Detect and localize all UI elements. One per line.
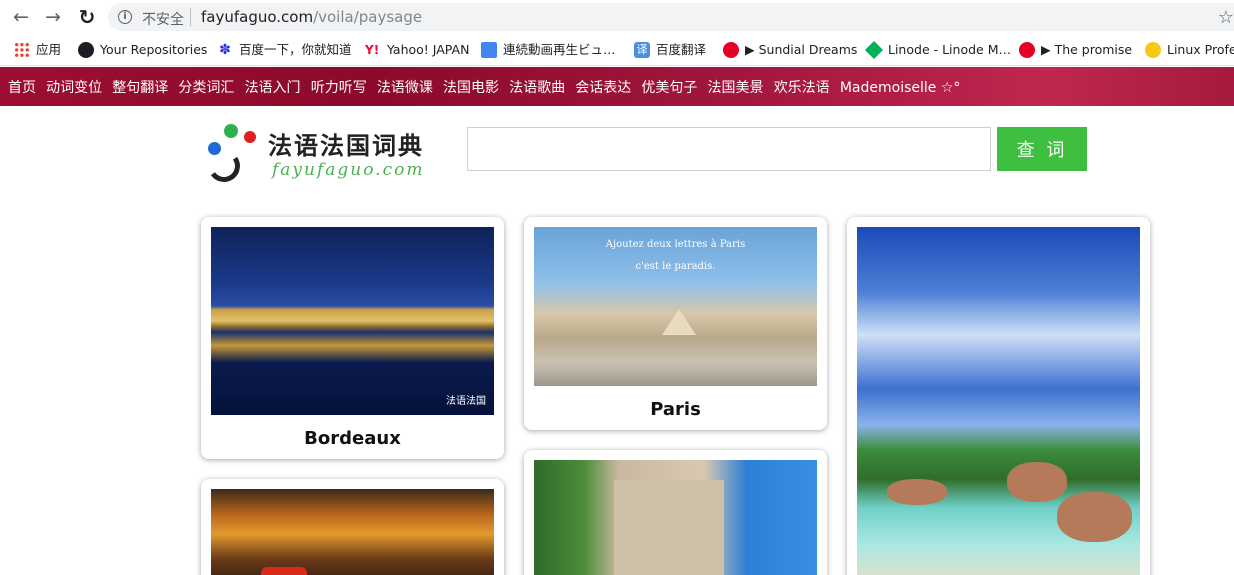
image-watermark: 法语法国 [446,396,486,407]
yahoo-icon: Y! [365,42,380,57]
card-autumn[interactable] [201,479,504,575]
url-text[interactable]: fayufaguo.com/voila/paysage [201,8,422,26]
bookmark-label: 百度一下，你就知道 [239,42,352,57]
bookmark-label: Your Repositories [100,42,208,57]
site-nav-bar: 首页 动词变位 整句翻译 分类词汇 法语入门 听力听写 法语微课 法国电影 法语… [0,67,1234,106]
nav-item-vocabulary[interactable]: 分类词汇 [178,80,234,96]
autumn-image[interactable] [211,489,494,575]
bookmarks-bar: 应用 Your Repositories ✽ 百度一下，你就知道 Y! Yahoo!… [0,34,1234,66]
bookmark-yahoo-japan[interactable]: Y! Yahoo! JAPAN [365,41,469,59]
pyramid-shape [662,309,696,335]
nav-item-landscapes[interactable]: 法国美景 [708,80,764,96]
rock-shape [1057,492,1132,542]
card-bordeaux[interactable]: 法语法国 Bordeaux [201,217,504,459]
browser-toolbar: ← → ↻ i 不安全 fayufaguo.com/voila/paysage … [0,0,1234,34]
card-village[interactable] [524,450,827,575]
image-overlay-text: c'est le paradis. [635,261,716,272]
nav-item-films[interactable]: 法国电影 [443,80,499,96]
doc-icon [481,41,497,58]
card-caption[interactable]: Bordeaux [201,428,504,449]
card-paris[interactable]: Ajoutez deux lettres à Paris c'est le pa… [524,217,827,430]
logo-subtitle: fayufaguo.com [272,160,425,180]
netease-icon [723,41,739,58]
forward-icon[interactable]: → [41,5,65,29]
bordeaux-image[interactable]: 法语法国 [211,227,494,415]
bookmark-baidu-translate[interactable]: 译百度翻译 [634,41,706,59]
image-overlay-text: Ajoutez deux lettres à Paris [605,239,746,250]
reload-icon[interactable]: ↻ [75,5,99,29]
village-image[interactable] [534,460,817,575]
nav-item-sentences[interactable]: 优美句子 [641,80,697,96]
linux-icon [1145,41,1161,58]
baidu-icon: ✽ [219,41,231,58]
bookmark-label: ▶ Sundial Dreams [745,42,858,57]
bookmark-linux-profes[interactable]: Linux Profes [1145,41,1234,59]
bookmark-label: Linux Profes [1167,42,1234,57]
address-bar[interactable]: i 不安全 fayufaguo.com/voila/paysage ☆ [108,3,1234,31]
nav-item-listening[interactable]: 听力听写 [311,80,367,96]
site-logo[interactable]: 法语法国词典 fayufaguo.com [205,124,443,186]
bookmark-label: ▶ The promise [1041,42,1133,57]
logo-dot-green [224,124,238,138]
search-input[interactable] [467,127,991,171]
bookmark-baidu[interactable]: ✽ 百度一下，你就知道 [217,41,352,59]
apps-icon [14,41,30,58]
bookmark-label: Yahoo! JAPAN [387,42,470,57]
card-beach[interactable] [847,217,1150,575]
nav-item-mademoiselle[interactable]: Mademoiselle ☆° [840,80,961,96]
house-shape [614,480,724,575]
nav-item-conversation[interactable]: 会话表达 [575,80,631,96]
card-caption[interactable]: Paris [524,399,827,420]
bookmark-your-repositories[interactable]: Your Repositories [78,41,207,59]
logo-dot-red [244,131,256,143]
nav-item-micro-lessons[interactable]: 法语微课 [377,80,433,96]
nav-item-beginner[interactable]: 法语入门 [245,80,301,96]
bookmark-video-viewer[interactable]: 連続動画再生ビュ… [481,41,616,59]
bookmark-label: 連続動画再生ビュ… [503,42,616,57]
rock-shape [887,479,947,505]
info-icon[interactable]: i [118,10,132,24]
linode-icon [864,40,884,59]
bookmark-label: 百度翻译 [656,42,707,57]
translate-icon: 译 [634,41,650,58]
nav-item-home[interactable]: 首页 [8,80,36,96]
address-separator [190,8,191,26]
url-host: fayufaguo.com [201,8,314,26]
netease-icon [1019,41,1035,58]
bookmark-linode[interactable]: Linode - Linode M… [864,40,1011,59]
paris-image[interactable]: Ajoutez deux lettres à Paris c'est le pa… [534,227,817,386]
bookmark-label: 应用 [36,42,62,57]
github-icon [78,41,94,58]
search-button[interactable]: 查 词 [997,127,1087,171]
bookmark-the-promise[interactable]: ▶ The promise [1019,41,1132,59]
url-path: /voila/paysage [313,8,423,26]
site-nav-items: 首页 动词变位 整句翻译 分类词汇 法语入门 听力听写 法语微课 法国电影 法语… [8,77,966,97]
nav-item-songs[interactable]: 法语歌曲 [509,80,565,96]
bookmark-sundial-dreams[interactable]: ▶ Sundial Dreams [723,41,857,59]
nav-item-fun-french[interactable]: 欢乐法语 [774,80,830,96]
nav-item-sentence-translation[interactable]: 整句翻译 [112,80,168,96]
bookmark-apps[interactable]: 应用 [14,41,61,59]
bookmark-label: Linode - Linode M… [888,42,1011,57]
nav-item-conjugation[interactable]: 动词变位 [46,80,102,96]
insecure-label: 不安全 [142,12,184,28]
rock-shape [1007,462,1067,502]
back-icon[interactable]: ← [9,5,33,29]
bookmark-star-icon[interactable]: ☆ [1218,7,1234,28]
beach-image[interactable] [857,227,1140,575]
lantern-shape [261,567,307,575]
logo-title: 法语法国词典 [268,132,424,160]
